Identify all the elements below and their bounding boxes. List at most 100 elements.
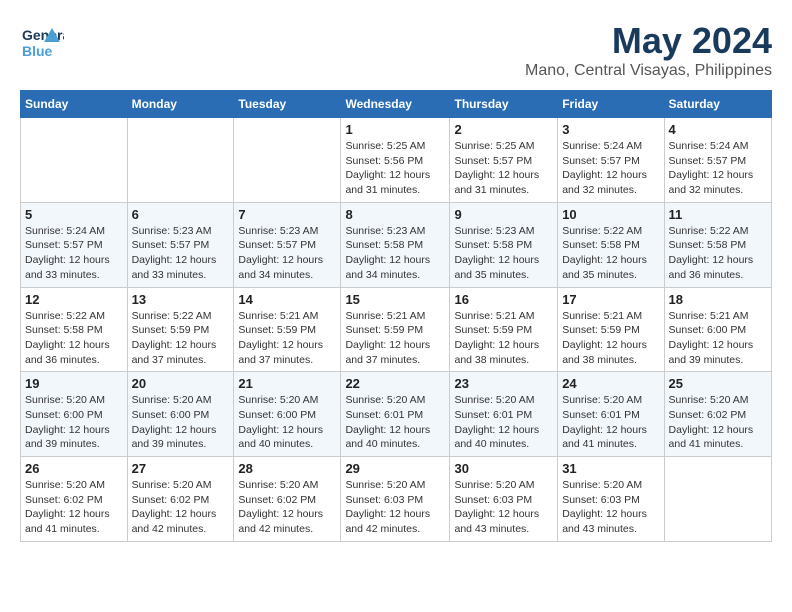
- calendar-cell: 20 Sunrise: 5:20 AM Sunset: 6:00 PM Dayli…: [127, 372, 234, 457]
- logo-icon: General Blue: [20, 20, 64, 64]
- day-info: Sunrise: 5:20 AM Sunset: 6:01 PM Dayligh…: [562, 393, 659, 452]
- day-number: 22: [345, 376, 445, 391]
- day-info: Sunrise: 5:20 AM Sunset: 6:03 PM Dayligh…: [345, 478, 445, 537]
- day-info: Sunrise: 5:20 AM Sunset: 6:00 PM Dayligh…: [25, 393, 123, 452]
- calendar-cell: 5 Sunrise: 5:24 AM Sunset: 5:57 PM Daylig…: [21, 202, 128, 287]
- calendar-cell: 4Sunrise: 5:24 AM Sunset: 5:57 PM Daylig…: [664, 118, 771, 203]
- day-info: Sunrise: 5:22 AM Sunset: 5:58 PM Dayligh…: [562, 224, 659, 283]
- weekday-header: Friday: [558, 91, 664, 118]
- day-number: 10: [562, 207, 659, 222]
- weekday-header: Wednesday: [341, 91, 450, 118]
- calendar-week: 12 Sunrise: 5:22 AM Sunset: 5:58 PM Dayli…: [21, 287, 772, 372]
- day-number: 16: [454, 292, 553, 307]
- calendar-cell: 31Sunrise: 5:20 AM Sunset: 6:03 PM Dayli…: [558, 457, 664, 542]
- calendar-cell: 10 Sunrise: 5:22 AM Sunset: 5:58 PM Dayli…: [558, 202, 664, 287]
- day-info: Sunrise: 5:22 AM Sunset: 5:59 PM Dayligh…: [132, 309, 230, 368]
- day-number: 2: [454, 122, 553, 137]
- calendar-cell: 1Sunrise: 5:25 AM Sunset: 5:56 PM Daylig…: [341, 118, 450, 203]
- day-number: 31: [562, 461, 659, 476]
- day-number: 15: [345, 292, 445, 307]
- weekday-header: Tuesday: [234, 91, 341, 118]
- day-info: Sunrise: 5:20 AM Sunset: 6:01 PM Dayligh…: [454, 393, 553, 452]
- day-number: 25: [669, 376, 767, 391]
- day-info: Sunrise: 5:20 AM Sunset: 6:02 PM Dayligh…: [25, 478, 123, 537]
- day-number: 4: [669, 122, 767, 137]
- calendar-cell: 13 Sunrise: 5:22 AM Sunset: 5:59 PM Dayli…: [127, 287, 234, 372]
- day-info: Sunrise: 5:25 AM Sunset: 5:56 PM Dayligh…: [345, 139, 445, 198]
- calendar-cell: 11 Sunrise: 5:22 AM Sunset: 5:58 PM Dayli…: [664, 202, 771, 287]
- day-info: Sunrise: 5:20 AM Sunset: 6:03 PM Dayligh…: [454, 478, 553, 537]
- day-number: 21: [238, 376, 336, 391]
- day-number: 20: [132, 376, 230, 391]
- day-number: 5: [25, 207, 123, 222]
- calendar-cell: 2 Sunrise: 5:25 AM Sunset: 5:57 PM Daylig…: [450, 118, 558, 203]
- day-number: 26: [25, 461, 123, 476]
- day-info: Sunrise: 5:20 AM Sunset: 6:02 PM Dayligh…: [669, 393, 767, 452]
- calendar-cell: 15 Sunrise: 5:21 AM Sunset: 5:59 PM Dayli…: [341, 287, 450, 372]
- day-number: 30: [454, 461, 553, 476]
- day-info: Sunrise: 5:21 AM Sunset: 5:59 PM Dayligh…: [562, 309, 659, 368]
- calendar-cell: 28 Sunrise: 5:20 AM Sunset: 6:02 PM Dayli…: [234, 457, 341, 542]
- day-number: 3: [562, 122, 659, 137]
- day-info: Sunrise: 5:22 AM Sunset: 5:58 PM Dayligh…: [669, 224, 767, 283]
- day-info: Sunrise: 5:21 AM Sunset: 5:59 PM Dayligh…: [238, 309, 336, 368]
- day-info: Sunrise: 5:20 AM Sunset: 6:00 PM Dayligh…: [132, 393, 230, 452]
- day-info: Sunrise: 5:23 AM Sunset: 5:58 PM Dayligh…: [345, 224, 445, 283]
- calendar-week: 19 Sunrise: 5:20 AM Sunset: 6:00 PM Dayli…: [21, 372, 772, 457]
- svg-text:Blue: Blue: [22, 43, 53, 59]
- page-title: May 2024: [525, 20, 772, 62]
- calendar-cell: 3 Sunrise: 5:24 AM Sunset: 5:57 PM Daylig…: [558, 118, 664, 203]
- calendar-cell: 7 Sunrise: 5:23 AM Sunset: 5:57 PM Daylig…: [234, 202, 341, 287]
- calendar-table: SundayMondayTuesdayWednesdayThursdayFrid…: [20, 90, 772, 542]
- header-row: SundayMondayTuesdayWednesdayThursdayFrid…: [21, 91, 772, 118]
- day-number: 23: [454, 376, 553, 391]
- page-subtitle: Mano, Central Visayas, Philippines: [525, 62, 772, 80]
- calendar-cell: 29Sunrise: 5:20 AM Sunset: 6:03 PM Dayli…: [341, 457, 450, 542]
- calendar-cell: 16Sunrise: 5:21 AM Sunset: 5:59 PM Dayli…: [450, 287, 558, 372]
- calendar-cell: 23 Sunrise: 5:20 AM Sunset: 6:01 PM Dayli…: [450, 372, 558, 457]
- day-number: 7: [238, 207, 336, 222]
- calendar-week: 26 Sunrise: 5:20 AM Sunset: 6:02 PM Dayli…: [21, 457, 772, 542]
- day-number: 19: [25, 376, 123, 391]
- day-number: 17: [562, 292, 659, 307]
- calendar-cell: 19 Sunrise: 5:20 AM Sunset: 6:00 PM Dayli…: [21, 372, 128, 457]
- calendar-cell: [21, 118, 128, 203]
- day-number: 9: [454, 207, 553, 222]
- day-number: 6: [132, 207, 230, 222]
- day-info: Sunrise: 5:20 AM Sunset: 6:01 PM Dayligh…: [345, 393, 445, 452]
- calendar-cell: 8Sunrise: 5:23 AM Sunset: 5:58 PM Daylig…: [341, 202, 450, 287]
- day-info: Sunrise: 5:22 AM Sunset: 5:58 PM Dayligh…: [25, 309, 123, 368]
- day-info: Sunrise: 5:20 AM Sunset: 6:02 PM Dayligh…: [132, 478, 230, 537]
- day-info: Sunrise: 5:23 AM Sunset: 5:57 PM Dayligh…: [238, 224, 336, 283]
- day-info: Sunrise: 5:24 AM Sunset: 5:57 PM Dayligh…: [562, 139, 659, 198]
- page-header: General Blue May 2024 Mano, Central Visa…: [20, 20, 772, 80]
- calendar-cell: [127, 118, 234, 203]
- day-number: 13: [132, 292, 230, 307]
- calendar-cell: 26 Sunrise: 5:20 AM Sunset: 6:02 PM Dayli…: [21, 457, 128, 542]
- weekday-header: Sunday: [21, 91, 128, 118]
- day-number: 24: [562, 376, 659, 391]
- day-number: 28: [238, 461, 336, 476]
- calendar-week: 5 Sunrise: 5:24 AM Sunset: 5:57 PM Daylig…: [21, 202, 772, 287]
- calendar-cell: [234, 118, 341, 203]
- weekday-header: Saturday: [664, 91, 771, 118]
- calendar-cell: 14 Sunrise: 5:21 AM Sunset: 5:59 PM Dayli…: [234, 287, 341, 372]
- calendar-cell: 9 Sunrise: 5:23 AM Sunset: 5:58 PM Daylig…: [450, 202, 558, 287]
- day-info: Sunrise: 5:20 AM Sunset: 6:02 PM Dayligh…: [238, 478, 336, 537]
- calendar-cell: 21Sunrise: 5:20 AM Sunset: 6:00 PM Dayli…: [234, 372, 341, 457]
- day-number: 11: [669, 207, 767, 222]
- calendar-week: 1Sunrise: 5:25 AM Sunset: 5:56 PM Daylig…: [21, 118, 772, 203]
- day-info: Sunrise: 5:25 AM Sunset: 5:57 PM Dayligh…: [454, 139, 553, 198]
- calendar-cell: 17 Sunrise: 5:21 AM Sunset: 5:59 PM Dayli…: [558, 287, 664, 372]
- day-number: 14: [238, 292, 336, 307]
- calendar-cell: 6 Sunrise: 5:23 AM Sunset: 5:57 PM Daylig…: [127, 202, 234, 287]
- day-number: 12: [25, 292, 123, 307]
- calendar-cell: 22 Sunrise: 5:20 AM Sunset: 6:01 PM Dayli…: [341, 372, 450, 457]
- weekday-header: Thursday: [450, 91, 558, 118]
- calendar-cell: 27Sunrise: 5:20 AM Sunset: 6:02 PM Dayli…: [127, 457, 234, 542]
- day-info: Sunrise: 5:21 AM Sunset: 5:59 PM Dayligh…: [345, 309, 445, 368]
- logo: General Blue: [20, 20, 64, 64]
- day-info: Sunrise: 5:24 AM Sunset: 5:57 PM Dayligh…: [25, 224, 123, 283]
- day-info: Sunrise: 5:23 AM Sunset: 5:58 PM Dayligh…: [454, 224, 553, 283]
- day-info: Sunrise: 5:23 AM Sunset: 5:57 PM Dayligh…: [132, 224, 230, 283]
